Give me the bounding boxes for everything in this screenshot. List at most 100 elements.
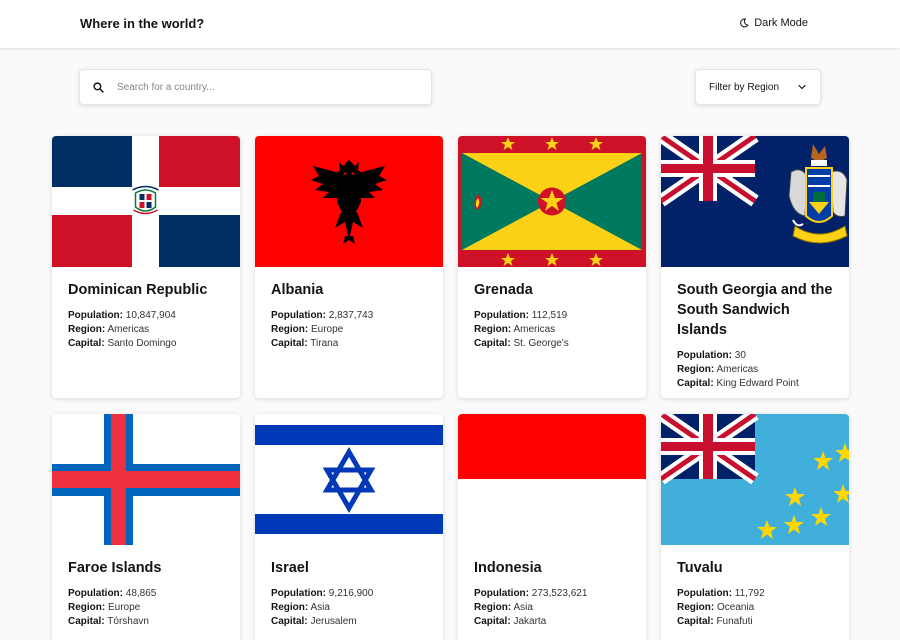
moon-icon xyxy=(740,18,749,28)
capital-label: Capital: xyxy=(271,338,308,349)
population-label: Population: xyxy=(677,350,732,361)
country-card-israel[interactable]: Israel Population: 9,216,900 Region: Asi… xyxy=(255,414,443,640)
chevron-down-icon xyxy=(798,84,806,90)
flag-image-albania xyxy=(255,136,443,267)
population-row: Population: 9,216,900 xyxy=(271,587,427,601)
capital-row: Capital: Santo Domingo xyxy=(68,337,224,351)
region-label: Region: xyxy=(271,324,309,335)
population-value: 11,792 xyxy=(734,588,765,599)
region-row: Region: Europe xyxy=(68,601,224,615)
population-row: Population: 11,792 xyxy=(677,587,833,601)
region-label: Region: xyxy=(68,324,106,335)
capital-row: Capital: Jakarta xyxy=(474,615,630,629)
region-filter-label: Filter by Region xyxy=(709,81,780,93)
region-label: Region: xyxy=(677,364,715,375)
region-row: Region: Asia xyxy=(474,601,630,615)
capital-value: Tórshavn xyxy=(107,616,149,627)
population-label: Population: xyxy=(68,588,123,599)
capital-value: Tirana xyxy=(310,338,339,349)
population-label: Population: xyxy=(474,310,529,321)
country-card-dominican-republic[interactable]: Dominican Republic Population: 10,847,90… xyxy=(52,136,240,398)
population-row: Population: 112,519 xyxy=(474,309,630,323)
capital-row: Capital: King Edward Point xyxy=(677,377,833,391)
population-value: 48,865 xyxy=(125,588,157,599)
population-value: 30 xyxy=(734,350,746,361)
country-name: Faroe Islands xyxy=(68,560,162,576)
capital-label: Capital: xyxy=(474,338,511,349)
union-jack-canton xyxy=(661,414,759,485)
region-value: Europe xyxy=(108,602,141,613)
app-title: Where in the world? xyxy=(80,16,205,31)
population-label: Population: xyxy=(271,310,326,321)
country-card-tuvalu[interactable]: Tuvalu Population: 11,792 Region: Oceani… xyxy=(661,414,849,640)
country-name: Israel xyxy=(271,560,309,576)
region-value: Europe xyxy=(311,324,344,335)
region-row: Region: Americas xyxy=(474,323,630,337)
region-label: Region: xyxy=(474,324,512,335)
country-name: Indonesia xyxy=(474,560,542,576)
population-row: Population: 273,523,621 xyxy=(474,587,630,601)
population-row: Population: 48,865 xyxy=(68,587,224,601)
capital-value: St. George's xyxy=(513,338,569,349)
flag-image-dominican-republic xyxy=(52,136,240,267)
country-name: Albania xyxy=(271,282,324,298)
region-row: Region: Oceania xyxy=(677,601,833,615)
capital-label: Capital: xyxy=(68,616,105,627)
region-value: Asia xyxy=(513,602,533,613)
search-box[interactable] xyxy=(79,69,432,105)
dark-mode-label: Dark Mode xyxy=(754,17,808,29)
population-value: 2,837,743 xyxy=(328,310,374,321)
country-card-albania[interactable]: Albania Population: 2,837,743 Region: Eu… xyxy=(255,136,443,398)
region-label: Region: xyxy=(474,602,512,613)
capital-value: Jakarta xyxy=(513,616,547,627)
population-label: Population: xyxy=(68,310,123,321)
population-value: 112,519 xyxy=(531,310,568,321)
country-card-south-georgia[interactable]: South Georgia and the South Sandwich Isl… xyxy=(661,136,849,398)
flag-image-faroe-islands xyxy=(52,414,240,545)
region-value: Americas xyxy=(107,324,150,335)
region-value: Asia xyxy=(310,602,330,613)
country-name: Grenada xyxy=(474,282,533,298)
capital-row: Capital: Tórshavn xyxy=(68,615,224,629)
flag-image-indonesia xyxy=(458,414,646,545)
capital-label: Capital: xyxy=(271,616,308,627)
capital-row: Capital: Funafuti xyxy=(677,615,833,629)
flag-image-tuvalu xyxy=(661,414,849,545)
population-label: Population: xyxy=(474,588,529,599)
dark-mode-toggle[interactable]: Dark Mode xyxy=(739,17,808,29)
flag-image-south-georgia xyxy=(661,136,849,267)
search-input[interactable] xyxy=(117,81,407,93)
capital-row: Capital: Tirana xyxy=(271,337,427,351)
capital-value: Funafuti xyxy=(716,616,753,627)
country-card-faroe-islands[interactable]: Faroe Islands Population: 48,865 Region:… xyxy=(52,414,240,640)
region-value: Oceania xyxy=(717,602,755,613)
region-filter-dropdown[interactable]: Filter by Region xyxy=(695,69,821,105)
capital-label: Capital: xyxy=(677,616,714,627)
capital-value: King Edward Point xyxy=(716,378,799,389)
union-jack-canton xyxy=(661,136,759,207)
population-row: Population: 2,837,743 xyxy=(271,309,427,323)
flag-image-israel xyxy=(255,414,443,545)
capital-value: Jerusalem xyxy=(310,616,357,627)
capital-label: Capital: xyxy=(677,378,714,389)
country-card-indonesia[interactable]: Indonesia Population: 273,523,621 Region… xyxy=(458,414,646,640)
country-name: Tuvalu xyxy=(677,560,723,576)
population-row: Population: 30 xyxy=(677,349,833,363)
region-value: Americas xyxy=(513,324,556,335)
capital-label: Capital: xyxy=(68,338,105,349)
population-label: Population: xyxy=(271,588,326,599)
capital-row: Capital: Jerusalem xyxy=(271,615,427,629)
population-value: 10,847,904 xyxy=(125,310,176,321)
capital-row: Capital: St. George's xyxy=(474,337,630,351)
app-header: Where in the world? Dark Mode xyxy=(0,0,900,48)
region-row: Region: Americas xyxy=(68,323,224,337)
region-row: Region: Europe xyxy=(271,323,427,337)
region-label: Region: xyxy=(677,602,715,613)
region-row: Region: Asia xyxy=(271,601,427,615)
country-name: Dominican Republic xyxy=(68,282,208,298)
population-label: Population: xyxy=(677,588,732,599)
flag-image-grenada xyxy=(458,136,646,267)
country-card-grenada[interactable]: Grenada Population: 112,519 Region: Amer… xyxy=(458,136,646,398)
capital-value: Santo Domingo xyxy=(107,338,177,349)
capital-label: Capital: xyxy=(474,616,511,627)
